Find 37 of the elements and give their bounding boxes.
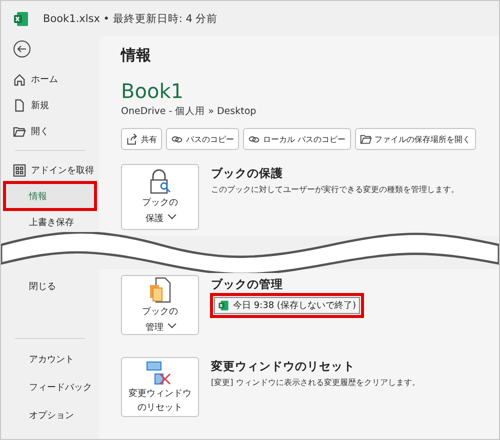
action-button[interactable]: パスのコピー bbox=[166, 128, 239, 150]
share-icon bbox=[126, 133, 138, 146]
sidebar-item[interactable]: 閉じる bbox=[5, 273, 95, 299]
section-button[interactable]: ブックの 保護 bbox=[121, 164, 199, 230]
sidebar-item[interactable]: 開く bbox=[5, 118, 95, 144]
home-icon bbox=[13, 72, 26, 86]
section-title: ブックの保護 bbox=[211, 166, 284, 182]
page-heading: 情報 bbox=[121, 46, 152, 66]
section-description: [変更] ウィンドウに表示される変更履歴をクリアします。 bbox=[211, 377, 420, 388]
action-button[interactable]: ファイルの保存場所を開く bbox=[354, 128, 476, 150]
sidebar-item[interactable]: 上書き保存 bbox=[5, 209, 95, 236]
file-path: OneDrive - 個人用 » Desktop bbox=[121, 105, 258, 118]
section-button[interactable]: ブックの 管理 bbox=[121, 275, 199, 335]
sidebar-item[interactable]: アドインを取得 bbox=[5, 157, 95, 184]
window-title: Book1.xlsx • 最終更新日時: 4 分前 bbox=[43, 12, 218, 26]
sidebar-item[interactable]: アカウント bbox=[5, 345, 95, 373]
grid-icon bbox=[13, 164, 26, 177]
section-button[interactable]: 変更ウィンドウ のリセット bbox=[121, 357, 199, 417]
section-title: 変更ウィンドウのリセット bbox=[211, 359, 356, 374]
excel-icon bbox=[13, 10, 29, 27]
action-button[interactable]: 共有 bbox=[121, 128, 162, 150]
document-icon bbox=[13, 98, 26, 112]
documents-icon bbox=[148, 276, 172, 304]
sidebar-item[interactable]: オプション bbox=[5, 401, 95, 429]
sidebar-item[interactable]: ホーム bbox=[5, 66, 95, 92]
folder-icon bbox=[360, 133, 372, 146]
sidebar-item[interactable]: 新規 bbox=[5, 92, 95, 118]
section-description: このブックに対してユーザーが実行できる変更の種類を管理します。 bbox=[211, 184, 459, 196]
file-name: Book1 bbox=[121, 79, 184, 104]
sidebar-item[interactable]: 情報 bbox=[5, 183, 95, 210]
lock-key-icon bbox=[148, 169, 172, 196]
spreadsheet-icon bbox=[218, 300, 229, 311]
section-title: ブックの管理 bbox=[211, 277, 284, 292]
action-button[interactable]: ローカル パスのコピー bbox=[243, 128, 351, 150]
folder-icon bbox=[13, 124, 26, 138]
back-icon[interactable] bbox=[13, 40, 31, 58]
sidebar-item[interactable]: フィードバック bbox=[5, 373, 95, 401]
